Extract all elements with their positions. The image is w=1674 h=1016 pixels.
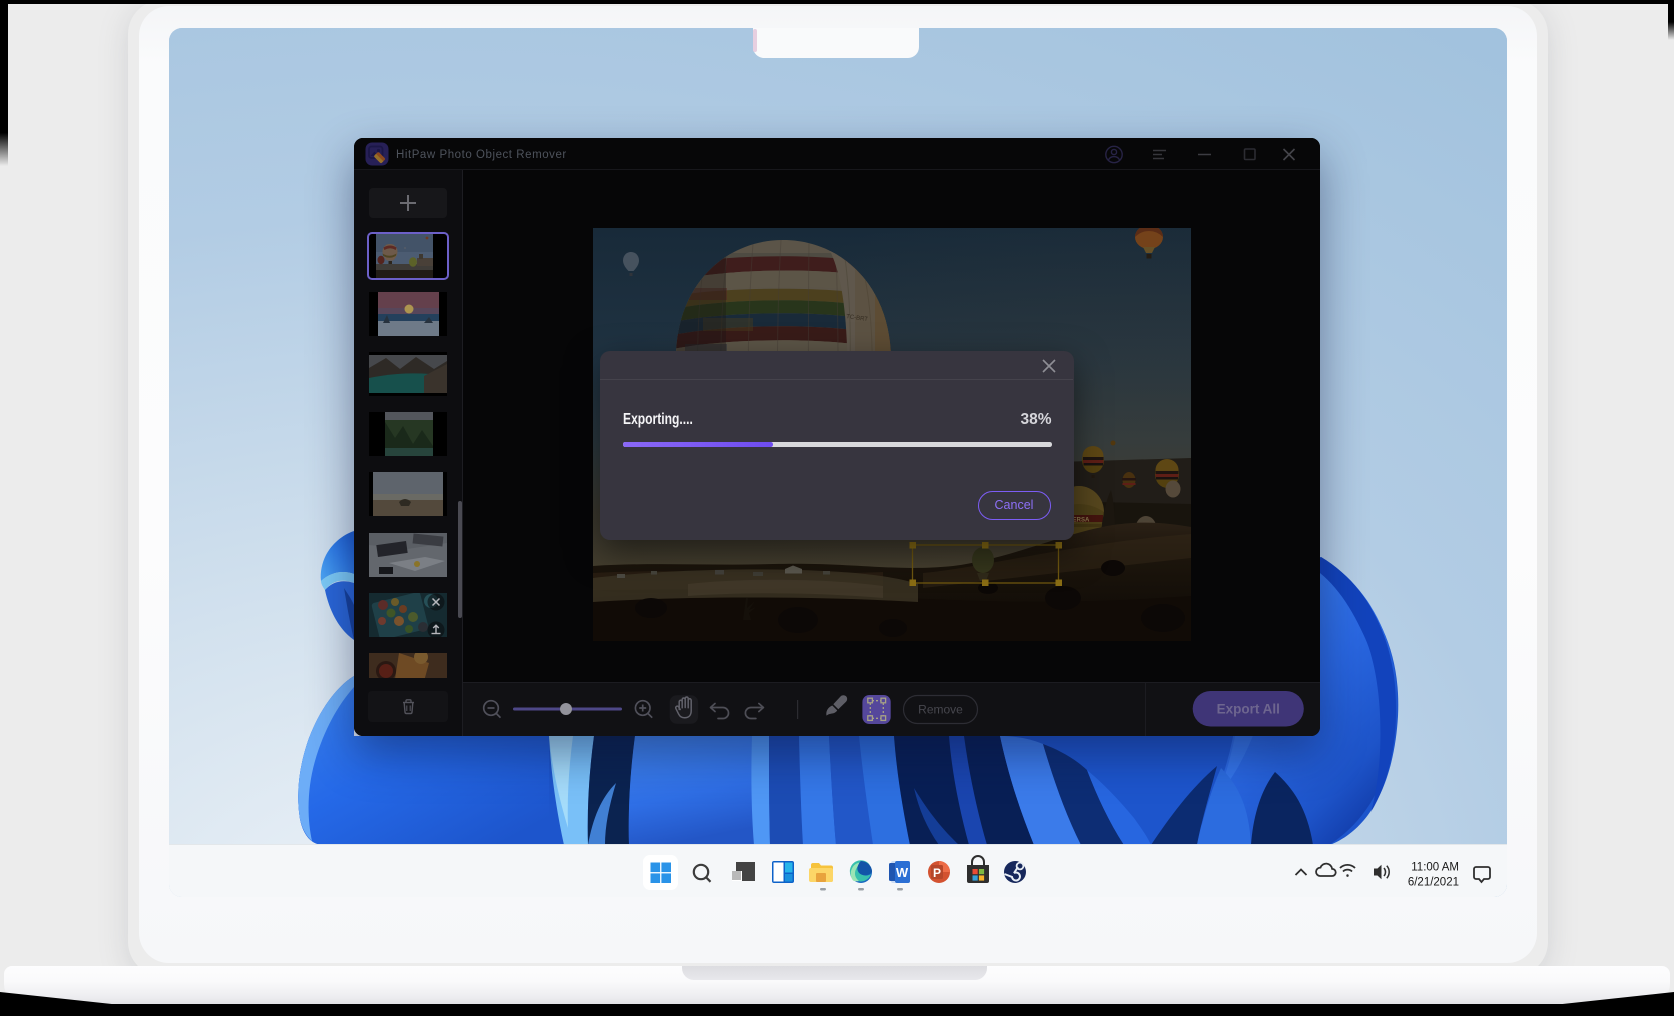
- svg-text:W: W: [896, 865, 909, 880]
- svg-text:Remove: Remove: [918, 703, 963, 717]
- svg-text:11:00 AM: 11:00 AM: [1411, 862, 1459, 874]
- svg-text:6/21/2021: 6/21/2021: [1408, 877, 1459, 889]
- svg-text:Export All: Export All: [1217, 702, 1280, 717]
- svg-text:P: P: [933, 866, 941, 880]
